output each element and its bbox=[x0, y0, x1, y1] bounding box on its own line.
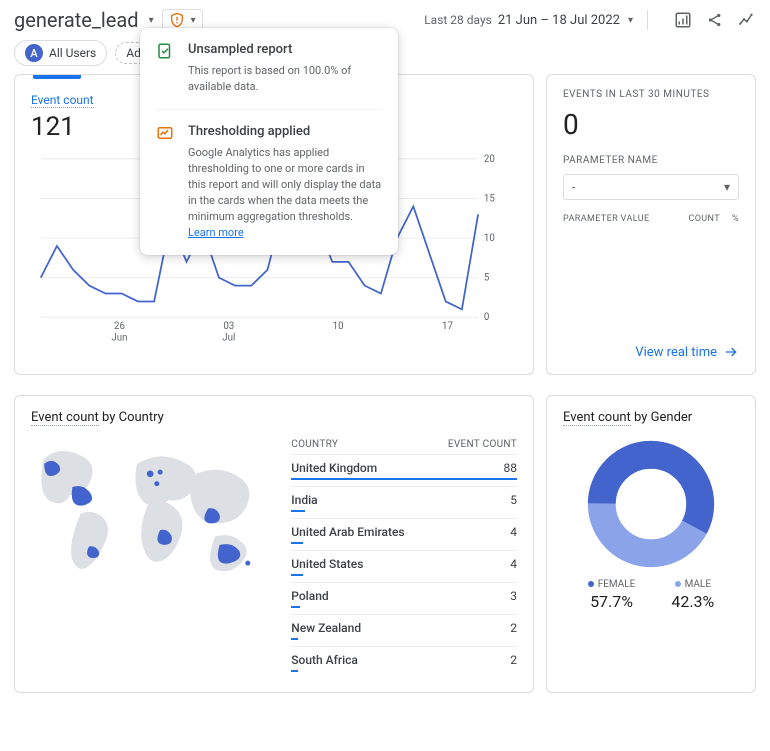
country-value: 2 bbox=[510, 621, 517, 635]
view-realtime-link[interactable]: View real time bbox=[635, 344, 739, 360]
report-header: generate_lead ▾ ▾ Last 28 days 21 Jun – … bbox=[0, 0, 770, 40]
svg-text:15: 15 bbox=[484, 193, 495, 204]
country-name: India bbox=[291, 493, 510, 507]
svg-text:10: 10 bbox=[333, 321, 344, 332]
svg-text:0: 0 bbox=[484, 312, 489, 323]
gender-card: Event count by Gender FEMALE 57.7% MALE … bbox=[546, 395, 756, 693]
country-value: 3 bbox=[510, 589, 517, 603]
legend-female: FEMALE 57.7% bbox=[588, 579, 636, 611]
gender-legend: FEMALE 57.7% MALE 42.3% bbox=[563, 579, 739, 611]
parameter-name-label: PARAMETER NAME bbox=[563, 155, 739, 166]
date-range-picker[interactable]: Last 28 days 21 Jun – 18 Jul 2022 ▾ bbox=[424, 13, 633, 28]
parameter-name-select[interactable]: - ▾ bbox=[563, 174, 739, 200]
svg-text:Jun: Jun bbox=[111, 333, 127, 344]
insights-icon[interactable] bbox=[738, 11, 756, 29]
popover-body-threshold: Google Analytics has applied thresholdin… bbox=[188, 145, 382, 241]
country-table: COUNTRY EVENT COUNT United Kingdom88Indi… bbox=[291, 439, 517, 678]
table-row[interactable]: Poland3 bbox=[291, 582, 517, 614]
realtime-heading: EVENTS IN LAST 30 MINUTES bbox=[563, 89, 739, 100]
popover-title-unsampled: Unsampled report bbox=[188, 42, 382, 57]
country-name: Poland bbox=[291, 589, 510, 603]
gender-card-title: Event count by Gender bbox=[563, 410, 739, 425]
country-name: United Kingdom bbox=[291, 461, 503, 475]
svg-text:17: 17 bbox=[442, 321, 453, 332]
country-name: United States bbox=[291, 557, 510, 571]
col-param-value: PARAMETER VALUE bbox=[563, 214, 676, 224]
country-value: 88 bbox=[504, 461, 518, 475]
popover-title-threshold: Thresholding applied bbox=[188, 124, 382, 139]
svg-text:03: 03 bbox=[223, 321, 234, 332]
country-value: 2 bbox=[510, 653, 517, 667]
country-name: New Zealand bbox=[291, 621, 510, 635]
report-title: generate_lead bbox=[14, 8, 139, 32]
customize-report-icon[interactable] bbox=[674, 11, 692, 29]
country-name: South Africa bbox=[291, 653, 510, 667]
svg-text:20: 20 bbox=[484, 154, 495, 165]
table-row[interactable]: New Zealand2 bbox=[291, 614, 517, 646]
select-value: - bbox=[572, 180, 575, 194]
gender-donut-chart bbox=[586, 439, 716, 569]
metric-event-count-label[interactable]: Event count bbox=[31, 93, 94, 108]
param-table-header: PARAMETER VALUE COUNT % bbox=[563, 214, 739, 224]
learn-more-link[interactable]: Learn more bbox=[188, 226, 244, 239]
chevron-down-icon: ▾ bbox=[628, 15, 633, 26]
svg-text:Jul: Jul bbox=[222, 333, 235, 344]
col-country: COUNTRY bbox=[291, 439, 448, 450]
legend-male: MALE 42.3% bbox=[671, 579, 714, 611]
data-quality-popover: Unsampled report This report is based on… bbox=[140, 28, 398, 255]
country-value: 5 bbox=[510, 493, 517, 507]
country-card: Event count by Country bbox=[14, 395, 534, 693]
col-event-count: EVENT COUNT bbox=[448, 439, 517, 450]
shield-warning-icon bbox=[169, 12, 185, 28]
chevron-down-icon: ▾ bbox=[724, 180, 730, 194]
svg-text:26: 26 bbox=[114, 321, 125, 332]
col-count: COUNT bbox=[688, 214, 720, 224]
arrow-right-icon bbox=[723, 344, 739, 360]
table-row[interactable]: United Arab Emirates4 bbox=[291, 518, 517, 550]
table-row[interactable]: United Kingdom88 bbox=[291, 454, 517, 486]
date-range-prefix: Last 28 days bbox=[424, 13, 492, 27]
svg-text:5: 5 bbox=[484, 273, 490, 284]
segment-badge: A bbox=[25, 44, 43, 62]
country-name: United Arab Emirates bbox=[291, 525, 510, 539]
table-row[interactable]: India5 bbox=[291, 486, 517, 518]
chevron-down-icon: ▾ bbox=[191, 15, 196, 26]
svg-text:10: 10 bbox=[484, 233, 495, 244]
table-row[interactable]: South Africa2 bbox=[291, 646, 517, 678]
metric-event-count-value: 121 bbox=[31, 112, 94, 142]
country-card-title: Event count by Country bbox=[31, 410, 517, 425]
country-value: 4 bbox=[510, 525, 517, 539]
world-map bbox=[31, 439, 279, 678]
table-row[interactable]: United States4 bbox=[291, 550, 517, 582]
share-icon[interactable] bbox=[706, 11, 724, 29]
realtime-value: 0 bbox=[563, 108, 739, 141]
chart-warning-icon bbox=[156, 124, 176, 241]
divider bbox=[647, 10, 648, 30]
check-report-icon bbox=[156, 42, 176, 95]
col-percent: % bbox=[732, 214, 739, 224]
country-value: 4 bbox=[510, 557, 517, 571]
segment-label: All Users bbox=[49, 46, 96, 60]
title-dropdown-icon[interactable]: ▾ bbox=[149, 15, 154, 26]
date-range-value: 21 Jun – 18 Jul 2022 bbox=[498, 13, 620, 28]
active-tab-indicator bbox=[33, 75, 81, 79]
segment-all-users[interactable]: A All Users bbox=[14, 40, 107, 66]
realtime-card: EVENTS IN LAST 30 MINUTES 0 PARAMETER NA… bbox=[546, 74, 756, 375]
popover-body-unsampled: This report is based on 100.0% of availa… bbox=[188, 63, 382, 95]
